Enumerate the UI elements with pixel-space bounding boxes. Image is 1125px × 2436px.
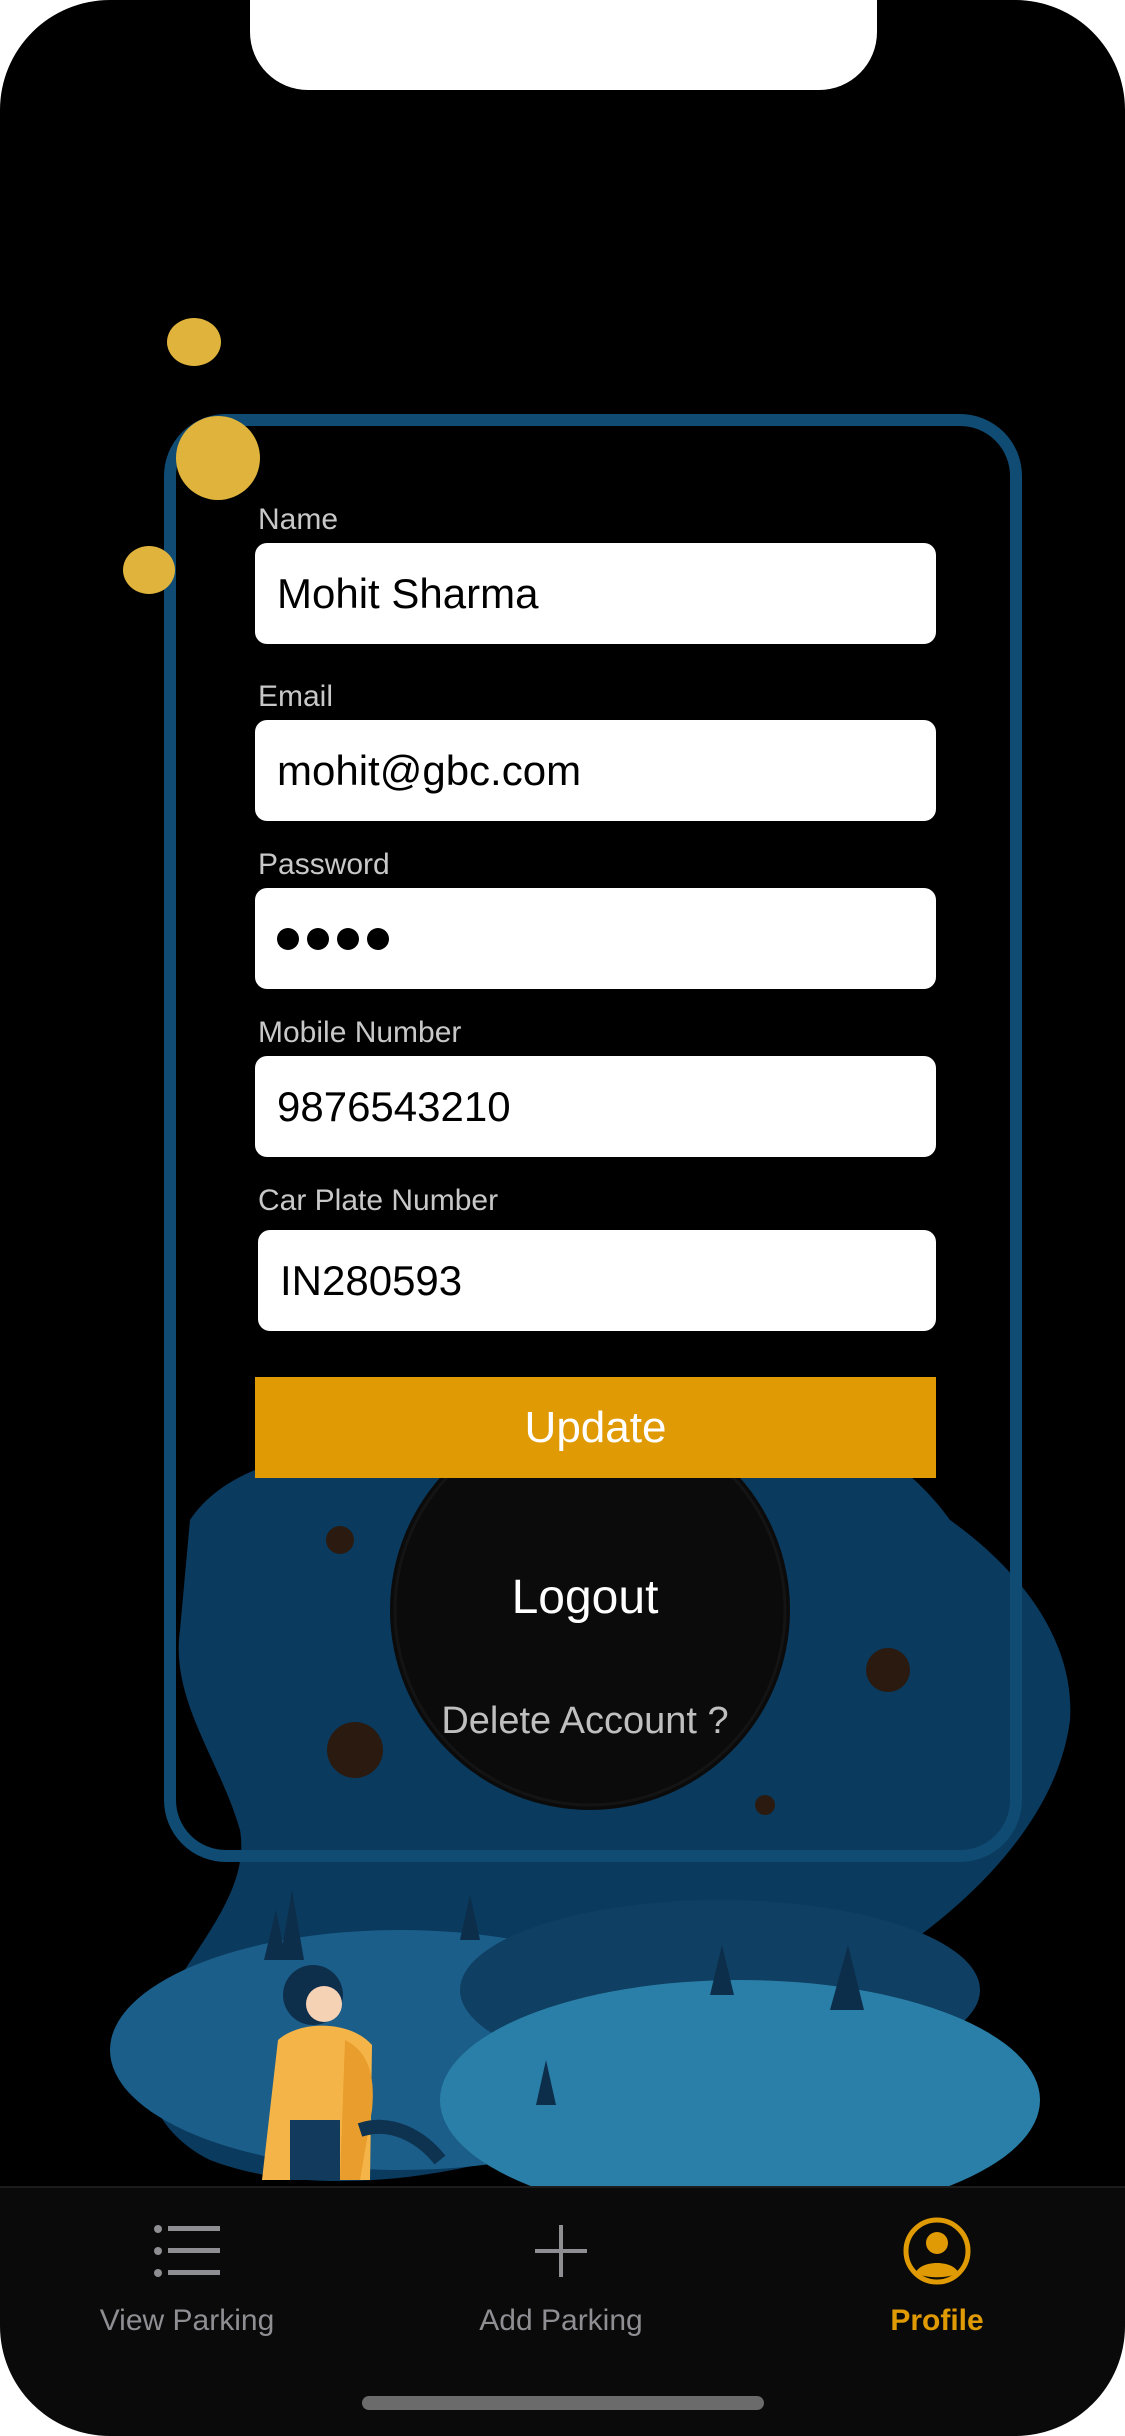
profile-screen: 2:48 Name Mohit Sharma Email mohit@gbc.c… <box>0 0 1125 2436</box>
device-corners <box>0 0 1125 2436</box>
